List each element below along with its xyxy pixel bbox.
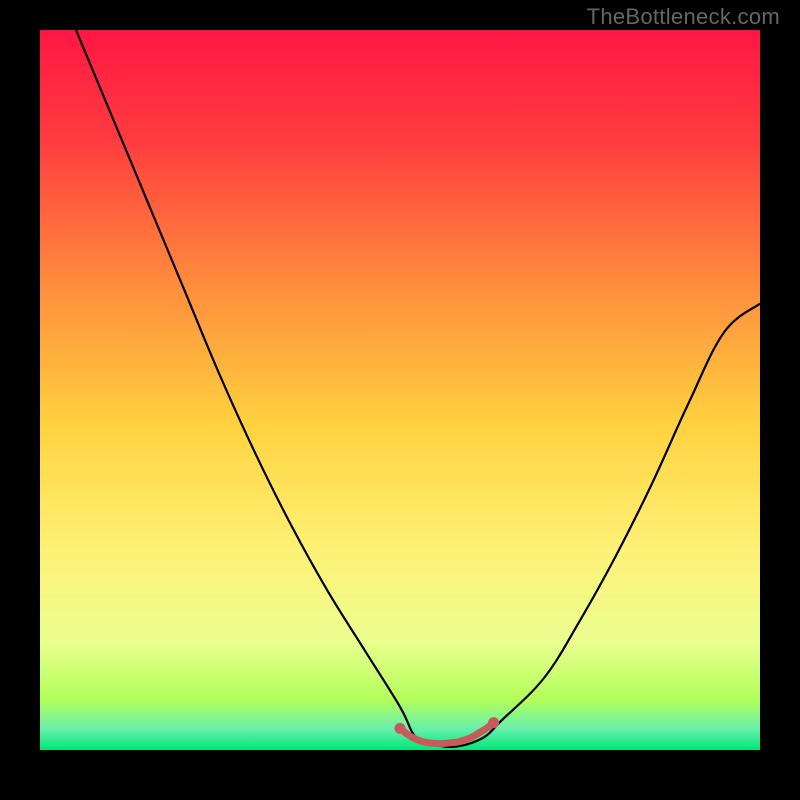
marker-dot: [395, 723, 406, 734]
watermark-text: TheBottleneck.com: [587, 4, 780, 30]
plot-area: [40, 30, 760, 750]
bottleneck-curve: [76, 30, 760, 747]
marker-dot: [488, 717, 499, 728]
curve-layer: [40, 30, 760, 750]
chart-container: TheBottleneck.com: [0, 0, 800, 800]
